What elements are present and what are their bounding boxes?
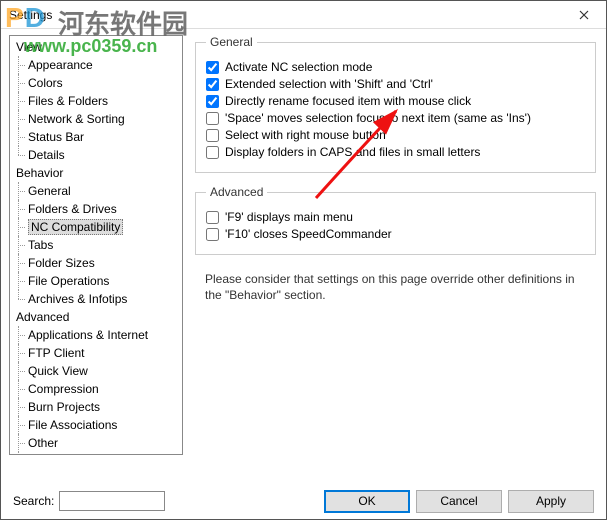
tree-item-ftp-client[interactable]: FTP Client [10, 344, 182, 362]
checkbox-right-mouse[interactable] [206, 129, 219, 142]
check-directly-rename[interactable]: Directly rename focused item with mouse … [206, 94, 585, 108]
checkbox-f9-mainmenu[interactable] [206, 211, 219, 224]
group-advanced-legend: Advanced [206, 185, 267, 199]
apply-button[interactable]: Apply [508, 490, 594, 513]
tree-item-folders-drives[interactable]: Folders & Drives [10, 200, 182, 218]
checkbox-label: Extended selection with 'Shift' and 'Ctr… [225, 77, 433, 91]
search-area: Search: [1, 491, 199, 511]
check-f9-mainmenu[interactable]: 'F9' displays main menu [206, 210, 585, 224]
check-extended-selection[interactable]: Extended selection with 'Shift' and 'Ctr… [206, 77, 585, 91]
check-right-mouse[interactable]: Select with right mouse button [206, 128, 585, 142]
group-advanced: Advanced 'F9' displays main menu 'F10' c… [195, 185, 596, 255]
search-label: Search: [13, 494, 54, 508]
checkbox-activate-nc[interactable] [206, 61, 219, 74]
tree-item-general[interactable]: General [10, 182, 182, 200]
checkbox-extended-selection[interactable] [206, 78, 219, 91]
tree-item-tweaks[interactable]: Tweaks [10, 452, 182, 455]
tree-item-quick-view[interactable]: Quick View [10, 362, 182, 380]
check-space-moves[interactable]: 'Space' moves selection focus to next it… [206, 111, 585, 125]
tree-item-network-sorting[interactable]: Network & Sorting [10, 110, 182, 128]
check-activate-nc[interactable]: Activate NC selection mode [206, 60, 585, 74]
tree-item-apps-internet[interactable]: Applications & Internet [10, 326, 182, 344]
settings-tree[interactable]: View Appearance Colors Files & Folders N… [9, 35, 183, 455]
button-row: OK Cancel Apply [199, 490, 606, 513]
tree-item-archives-infotips[interactable]: Archives & Infotips [10, 290, 182, 308]
tree-item-other[interactable]: Other [10, 434, 182, 452]
checkbox-label: Select with right mouse button [225, 128, 386, 142]
override-note: Please consider that settings on this pa… [195, 267, 596, 303]
bottom-bar: Search: OK Cancel Apply [1, 481, 606, 521]
check-f10-closes[interactable]: 'F10' closes SpeedCommander [206, 227, 585, 241]
tree-item-file-operations[interactable]: File Operations [10, 272, 182, 290]
check-caps-small[interactable]: Display folders in CAPS and files in sma… [206, 145, 585, 159]
tree-cat-behavior[interactable]: Behavior [10, 164, 182, 182]
window-title: Settings [1, 8, 562, 22]
checkbox-label: Activate NC selection mode [225, 60, 372, 74]
titlebar: Settings [1, 1, 606, 29]
cancel-button[interactable]: Cancel [416, 490, 502, 513]
settings-panel: General Activate NC selection mode Exten… [191, 29, 606, 481]
ok-button[interactable]: OK [324, 490, 410, 513]
checkbox-caps-small[interactable] [206, 146, 219, 159]
group-general-legend: General [206, 35, 257, 49]
checkbox-f10-closes[interactable] [206, 228, 219, 241]
tree-item-folder-sizes[interactable]: Folder Sizes [10, 254, 182, 272]
checkbox-label: 'F9' displays main menu [225, 210, 353, 224]
tree-item-nc-compatibility[interactable]: NC Compatibility [10, 218, 182, 236]
checkbox-label: Directly rename focused item with mouse … [225, 94, 471, 108]
checkbox-label: 'F10' closes SpeedCommander [225, 227, 392, 241]
tree-item-file-associations[interactable]: File Associations [10, 416, 182, 434]
tree-item-burn-projects[interactable]: Burn Projects [10, 398, 182, 416]
close-icon [579, 10, 589, 20]
tree-cat-view[interactable]: View [10, 38, 182, 56]
group-general: General Activate NC selection mode Exten… [195, 35, 596, 173]
tree-item-appearance[interactable]: Appearance [10, 56, 182, 74]
content-area: View Appearance Colors Files & Folders N… [1, 29, 606, 481]
checkbox-directly-rename[interactable] [206, 95, 219, 108]
checkbox-label: 'Space' moves selection focus to next it… [225, 111, 531, 125]
sidebar: View Appearance Colors Files & Folders N… [1, 29, 191, 481]
search-input[interactable] [59, 491, 165, 511]
tree-item-tabs[interactable]: Tabs [10, 236, 182, 254]
tree-item-compression[interactable]: Compression [10, 380, 182, 398]
tree-item-status-bar[interactable]: Status Bar [10, 128, 182, 146]
checkbox-space-moves[interactable] [206, 112, 219, 125]
checkbox-label: Display folders in CAPS and files in sma… [225, 145, 480, 159]
tree-root: View Appearance Colors Files & Folders N… [10, 38, 182, 455]
tree-item-details[interactable]: Details [10, 146, 182, 164]
tree-item-files-folders[interactable]: Files & Folders [10, 92, 182, 110]
tree-cat-advanced[interactable]: Advanced [10, 308, 182, 326]
tree-item-colors[interactable]: Colors [10, 74, 182, 92]
close-button[interactable] [562, 1, 606, 29]
